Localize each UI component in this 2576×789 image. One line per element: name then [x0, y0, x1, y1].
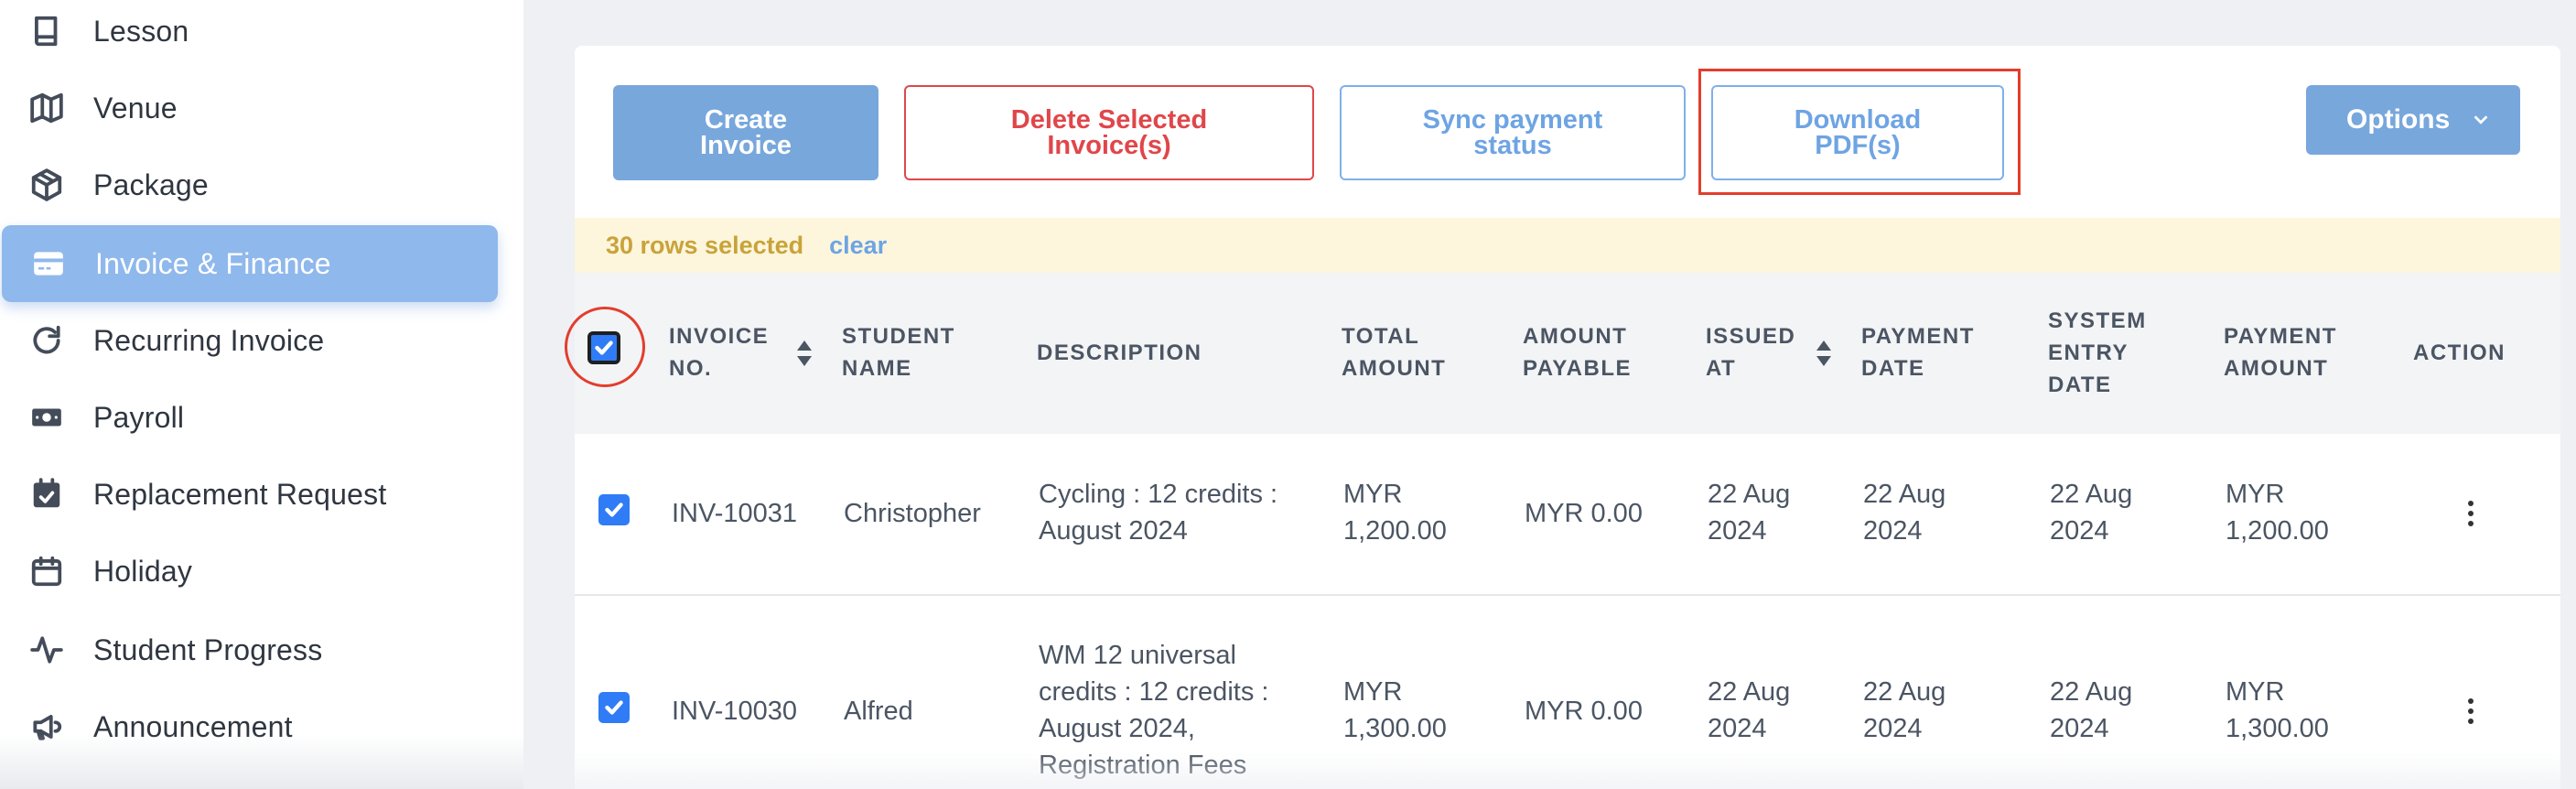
chevron-down-icon [2471, 109, 2491, 129]
sidebar-item-replacement-request[interactable]: Replacement Request [0, 456, 496, 533]
check-icon [605, 700, 623, 715]
cell-payment-amount: MYR 1,300.00 [2226, 677, 2329, 743]
activity-icon [27, 631, 66, 669]
header-payment-date: Payment Date [1861, 324, 1975, 381]
cell-system-entry-date: 22 Aug 2024 [2050, 677, 2133, 743]
create-invoice-button[interactable]: Create Invoice [613, 85, 878, 180]
sidebar-item-label: Invoice & Finance [95, 246, 331, 280]
cell-student-name: Christopher [844, 499, 981, 528]
sidebar-item-label: Venue [93, 91, 178, 124]
sidebar-item-label: Student Progress [93, 632, 323, 666]
clear-selection-link[interactable]: clear [829, 232, 887, 260]
selection-bar: 30 rows selected clear [575, 218, 2560, 273]
check-icon [595, 340, 613, 355]
cell-total-amount: MYR 1,200.00 [1343, 480, 1447, 546]
header-student-name: Student Name [842, 324, 955, 381]
cell-payment-date: 22 Aug 2024 [1863, 480, 1946, 546]
cell-amount-payable: MYR 0.00 [1525, 697, 1643, 726]
more-vertical-icon[interactable] [2465, 500, 2476, 527]
sidebar-item-holiday[interactable]: Holiday [0, 533, 496, 610]
sidebar-item-announcement[interactable]: Announcement [0, 688, 496, 765]
calendar-icon [27, 552, 66, 590]
sync-payment-status-button[interactable]: Sync payment status [1340, 85, 1686, 180]
row-checkbox[interactable] [598, 692, 630, 723]
sidebar-item-student-progress[interactable]: Student Progress [0, 611, 496, 688]
sidebar: Lesson Venue Package Invoice & Finance R… [0, 0, 523, 789]
highlight-box [1698, 69, 2021, 195]
header-description: Description [1037, 340, 1202, 365]
refresh-icon [27, 321, 66, 360]
sidebar-item-lesson[interactable]: Lesson [0, 0, 496, 70]
header-amount-payable: Amount Payable [1523, 324, 1632, 381]
header-total-amount: Total Amount [1342, 324, 1447, 381]
cell-invoice-no[interactable]: INV-10030 [672, 693, 797, 730]
sidebar-item-label: Recurring Invoice [93, 323, 325, 357]
row-checkbox[interactable] [598, 494, 630, 525]
sidebar-item-label: Payroll [93, 400, 185, 434]
selected-count: 30 rows selected [606, 231, 804, 259]
cell-description: Cycling : 12 credits : August 2024 [1039, 480, 1278, 546]
cell-payment-amount: MYR 1,200.00 [2226, 480, 2329, 546]
sort-icon[interactable] [1816, 340, 1832, 366]
sidebar-item-label: Lesson [93, 14, 189, 48]
cell-amount-payable: MYR 0.00 [1525, 499, 1643, 528]
cell-student-name: Alfred [844, 697, 913, 726]
cell-payment-date: 22 Aug 2024 [1863, 677, 1946, 743]
sidebar-item-label: Holiday [93, 554, 193, 588]
map-icon [27, 89, 66, 127]
cell-system-entry-date: 22 Aug 2024 [2050, 480, 2133, 546]
cell-invoice-no[interactable]: INV-10031 [672, 495, 797, 532]
cell-description: WM 12 universal credits : 12 credits : A… [1039, 641, 1269, 780]
header-action: Action [2413, 340, 2506, 365]
sort-icon[interactable] [796, 340, 813, 366]
check-icon [605, 503, 623, 517]
cell-issued-at: 22 Aug 2024 [1708, 677, 1791, 743]
options-dropdown-button[interactable]: Options [2306, 85, 2520, 155]
sidebar-item-payroll[interactable]: Payroll [0, 379, 496, 456]
cell-issued-at: 22 Aug 2024 [1708, 480, 1791, 546]
megaphone-icon [27, 708, 66, 746]
cell-total-amount: MYR 1,300.00 [1343, 677, 1447, 743]
delete-selected-invoices-button[interactable]: Delete Selected Invoice(s) [904, 85, 1314, 180]
options-label: Options [2346, 104, 2451, 135]
money-icon [27, 398, 66, 437]
header-invoice-no[interactable]: Invoice No. [669, 320, 779, 384]
more-vertical-icon[interactable] [2465, 697, 2476, 725]
header-issued-at[interactable]: Issued At [1706, 320, 1797, 384]
sidebar-item-package[interactable]: Package [0, 146, 496, 223]
sidebar-item-invoice-finance[interactable]: Invoice & Finance [2, 225, 498, 302]
calendar-check-icon [27, 475, 66, 513]
sidebar-item-venue[interactable]: Venue [0, 70, 496, 146]
sidebar-item-label: Announcement [93, 709, 293, 743]
header-system-entry-date: System Entry Date [2048, 308, 2147, 397]
select-all-checkbox[interactable] [587, 331, 620, 364]
package-icon [27, 166, 66, 204]
book-icon [27, 12, 66, 50]
sidebar-item-label: Package [93, 168, 209, 201]
header-payment-amount: Payment Amount [2224, 324, 2337, 381]
sidebar-item-recurring-invoice[interactable]: Recurring Invoice [0, 302, 496, 379]
top-strip [575, 0, 2560, 46]
credit-card-icon [29, 244, 68, 283]
sidebar-item-label: Replacement Request [93, 477, 387, 511]
